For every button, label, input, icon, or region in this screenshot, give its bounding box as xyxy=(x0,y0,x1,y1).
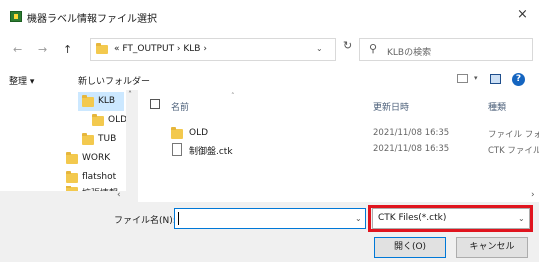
list-item[interactable]: OLD 2021/11/08 16:35 ファイル フォルダー xyxy=(141,126,539,142)
tree-item-work[interactable]: WORK xyxy=(62,149,124,168)
tree-label: flatshot xyxy=(82,172,117,182)
breadcrumb[interactable]: « FT_OUTPUT › KLB › xyxy=(114,44,207,54)
scroll-up-icon[interactable]: ˄ xyxy=(128,90,132,99)
organize-button[interactable]: 整理 ▾ xyxy=(9,74,34,87)
item-type: ファイル フォルダー xyxy=(488,130,539,140)
search-icon: ⚲ xyxy=(369,42,378,55)
up-arrow-icon[interactable]: ↑ xyxy=(63,43,72,56)
item-name: 制御盤.ctk xyxy=(189,147,233,157)
folder-icon xyxy=(96,43,108,54)
tree-label: WORK xyxy=(82,153,111,163)
open-button[interactable]: 開く(O) xyxy=(374,237,446,258)
item-type: CTK ファイル xyxy=(488,146,539,156)
column-header-type[interactable]: 種類 xyxy=(488,100,506,113)
text-caret xyxy=(178,212,179,225)
title-bar: 機器ラベル情報ファイル選択 × xyxy=(0,0,539,32)
tree-item-tub[interactable]: TUB xyxy=(78,130,124,149)
window-title: 機器ラベル情報ファイル選択 xyxy=(27,14,157,25)
back-arrow-icon[interactable]: ← xyxy=(13,43,22,56)
folder-icon xyxy=(82,133,94,145)
item-name: OLD xyxy=(189,128,209,138)
item-date: 2021/11/08 16:35 xyxy=(373,144,450,154)
close-icon[interactable]: × xyxy=(517,7,528,22)
preview-pane-icon[interactable] xyxy=(490,74,501,84)
chevron-down-icon[interactable]: ⌄ xyxy=(316,44,323,53)
filename-input[interactable] xyxy=(174,208,366,229)
tree-vertical-scrollbar[interactable]: ˄ xyxy=(126,90,138,202)
navigation-pane: KLB OLD TUB WORK flatshot 拡張情報 xyxy=(0,90,138,202)
folder-icon xyxy=(66,152,78,164)
tree-label: KLB xyxy=(98,96,116,106)
folder-icon xyxy=(171,127,183,139)
dialog-footer: ファイル名(N): ⌄ CTK Files(*.ctk) ⌄ 開く(O) キャン… xyxy=(0,202,539,262)
help-icon[interactable]: ? xyxy=(512,73,525,86)
sort-caret-icon: ˄ xyxy=(231,92,235,100)
new-folder-button[interactable]: 新しいフォルダー xyxy=(78,74,150,87)
search-placeholder: KLBの検索 xyxy=(387,48,432,58)
column-header-name[interactable]: 名前 xyxy=(171,100,189,113)
tree-item-flatshot[interactable]: flatshot xyxy=(62,168,124,187)
refresh-icon[interactable]: ↻ xyxy=(343,39,352,52)
tree-horizontal-scrollbar[interactable]: ‹ xyxy=(0,190,126,202)
tree-item-klb[interactable]: KLB xyxy=(78,92,124,111)
app-icon xyxy=(10,11,22,22)
scroll-right-icon[interactable]: › xyxy=(531,190,535,200)
address-bar[interactable]: « FT_OUTPUT › KLB › ⌄ xyxy=(90,38,336,61)
item-date: 2021/11/08 16:35 xyxy=(373,128,450,138)
address-row: ← → ↑ « FT_OUTPUT › KLB › ⌄ ↻ ⚲ KLBの検索 xyxy=(0,32,539,66)
search-input[interactable]: ⚲ KLBの検索 xyxy=(359,38,533,61)
tree-label: TUB xyxy=(98,134,117,144)
folder-icon xyxy=(82,95,94,107)
view-options-icon[interactable] xyxy=(457,74,468,83)
list-item[interactable]: 制御盤.ctk 2021/11/08 16:35 CTK ファイル xyxy=(141,142,539,158)
tree-item-old[interactable]: OLD xyxy=(88,111,128,130)
folder-icon xyxy=(66,171,78,183)
file-icon xyxy=(172,143,182,156)
file-list: ˄ 名前 更新日時 種類 OLD 2021/11/08 16:35 ファイル フ… xyxy=(141,90,539,202)
red-highlight-box xyxy=(368,205,533,232)
chevron-down-icon[interactable]: ⌄ xyxy=(355,214,362,223)
scroll-left-icon[interactable]: ‹ xyxy=(117,190,121,200)
filename-label: ファイル名(N): xyxy=(114,216,176,226)
folder-icon xyxy=(92,114,104,126)
forward-arrow-icon[interactable]: → xyxy=(38,43,47,56)
cancel-button[interactable]: キャンセル xyxy=(456,237,528,258)
tree-label: OLD xyxy=(108,115,128,125)
command-bar: 整理 ▾ 新しいフォルダー ▾ ? xyxy=(0,66,539,90)
select-all-checkbox[interactable] xyxy=(150,99,160,109)
view-caret-icon[interactable]: ▾ xyxy=(474,74,478,82)
column-header-date[interactable]: 更新日時 xyxy=(373,100,409,113)
